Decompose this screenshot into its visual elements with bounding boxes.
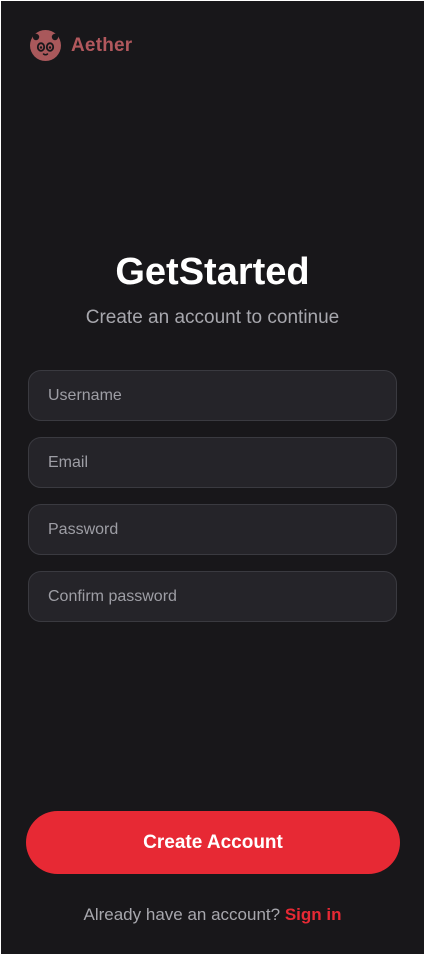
sign-in-prompt-text: Already have an account? [83,905,281,924]
sign-up-screen: Aether GetStarted Create an account to c… [1,1,424,954]
email-field[interactable] [28,437,397,488]
page-subtitle: Create an account to continue [85,307,340,328]
confirm-password-field[interactable] [28,571,397,622]
password-field[interactable] [28,504,397,555]
brand-name: Aether [71,34,133,56]
sign-in-link[interactable]: Sign in [285,905,342,924]
brand: Aether [30,30,132,61]
sign-in-prompt: Already have an account? Sign in [1,904,424,926]
page-title: GetStarted [115,251,310,293]
create-account-button[interactable]: Create Account [26,811,400,874]
panda-face-icon [30,30,61,61]
username-field[interactable] [28,370,397,421]
